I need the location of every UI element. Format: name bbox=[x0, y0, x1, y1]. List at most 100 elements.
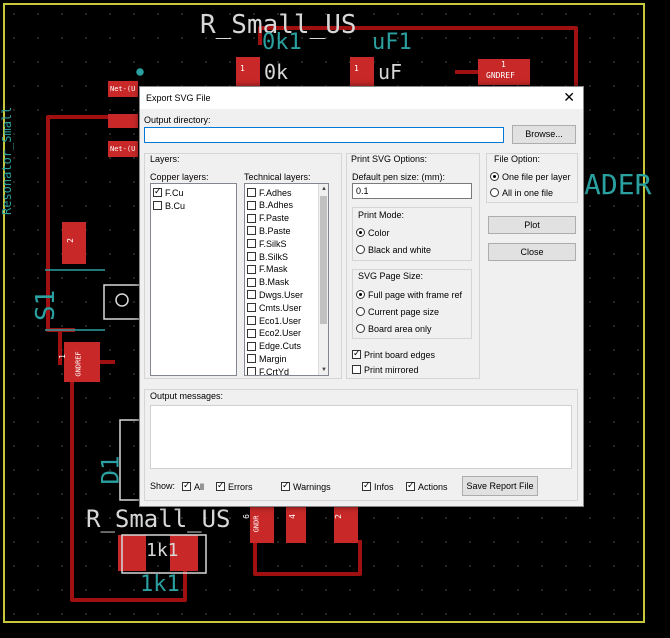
layer-checkbox-f-crtyd[interactable]: F.CrtYd bbox=[247, 365, 289, 375]
grid-dot bbox=[13, 397, 15, 399]
filter-errors-checkbox[interactable]: Errors bbox=[216, 480, 253, 493]
layer-checkbox-f-mask[interactable]: F.Mask bbox=[247, 263, 288, 276]
scroll-down-icon[interactable]: ▼ bbox=[319, 365, 328, 375]
grid-dot bbox=[637, 85, 639, 87]
grid-dot bbox=[157, 37, 159, 39]
filter-infos-checkbox[interactable]: Infos bbox=[362, 480, 394, 493]
filter-all-checkbox[interactable]: All bbox=[182, 480, 204, 493]
grid-dot bbox=[517, 565, 519, 567]
save-report-button[interactable]: Save Report File bbox=[462, 476, 538, 496]
layer-checkbox-b-paste[interactable]: B.Paste bbox=[247, 224, 291, 237]
layer-checkbox-f-cu[interactable]: F.Cu bbox=[153, 186, 184, 199]
grid-dot bbox=[565, 61, 567, 63]
filter-warnings-checkbox[interactable]: Warnings bbox=[281, 480, 331, 493]
output-messages-label: Output messages: bbox=[150, 391, 224, 401]
grid-dot bbox=[613, 541, 615, 543]
checkbox-icon bbox=[352, 365, 361, 374]
page-size-radio-1[interactable]: Current page size bbox=[356, 305, 439, 318]
grid-dot bbox=[133, 181, 135, 183]
grid-dot bbox=[469, 589, 471, 591]
plot-button[interactable]: Plot bbox=[488, 216, 576, 234]
value-uf-small: uF bbox=[378, 60, 403, 84]
print-mode-radio-1[interactable]: Black and white bbox=[356, 243, 431, 256]
layer-checkbox-edge-cuts[interactable]: Edge.Cuts bbox=[247, 340, 301, 353]
grid-dot bbox=[301, 613, 303, 615]
checkbox-icon bbox=[247, 239, 256, 249]
grid-dot bbox=[157, 613, 159, 615]
layer-label: Cmts.User bbox=[259, 302, 302, 313]
grid-dot bbox=[109, 13, 111, 15]
grid-dot bbox=[109, 229, 111, 231]
filter-actions-checkbox[interactable]: Actions bbox=[406, 480, 448, 493]
grid-dot bbox=[325, 589, 327, 591]
layer-checkbox-b-cu[interactable]: B.Cu bbox=[153, 199, 185, 212]
pad-net-label: GNDR bbox=[252, 515, 261, 533]
page-size-label: SVG Page Size: bbox=[358, 271, 424, 281]
grid-dot bbox=[37, 85, 39, 87]
output-directory-input[interactable] bbox=[144, 127, 504, 143]
grid-dot bbox=[613, 109, 615, 111]
grid-dot bbox=[613, 301, 615, 303]
radio-icon bbox=[490, 188, 499, 197]
print-board-edges-checkbox[interactable]: Print board edges bbox=[352, 348, 435, 361]
layer-checkbox-b-silks[interactable]: B.SilkS bbox=[247, 250, 288, 263]
layer-checkbox-f-adhes[interactable]: F.Adhes bbox=[247, 186, 292, 199]
grid-dot bbox=[613, 517, 615, 519]
grid-dot bbox=[565, 565, 567, 567]
print-mirrored-checkbox[interactable]: Print mirrored bbox=[352, 363, 419, 376]
print-mode-radio-0[interactable]: Color bbox=[356, 226, 390, 239]
grid-dot bbox=[61, 277, 63, 279]
output-messages-box[interactable] bbox=[150, 405, 572, 469]
checkbox-icon bbox=[247, 277, 256, 287]
layer-checkbox-b-adhes[interactable]: B.Adhes bbox=[247, 199, 293, 212]
grid-dot bbox=[445, 541, 447, 543]
grid-dot bbox=[37, 277, 39, 279]
pen-size-input[interactable]: 0.1 bbox=[352, 183, 472, 199]
page-size-option-label: Board area only bbox=[368, 323, 432, 334]
grid-dot bbox=[589, 301, 591, 303]
grid-dot bbox=[37, 493, 39, 495]
grid-dot bbox=[589, 325, 591, 327]
scroll-thumb[interactable] bbox=[320, 196, 327, 324]
grid-dot bbox=[397, 589, 399, 591]
grid-dot bbox=[373, 13, 375, 15]
pad-net-label: Net-(U bbox=[110, 85, 136, 93]
file-option-radio-0[interactable]: One file per layer bbox=[490, 170, 571, 183]
grid-dot bbox=[229, 61, 231, 63]
layer-checkbox-dwgs-user[interactable]: Dwgs.User bbox=[247, 288, 303, 301]
grid-dot bbox=[61, 565, 63, 567]
silk-outline bbox=[115, 293, 129, 307]
layer-checkbox-f-silks[interactable]: F.SilkS bbox=[247, 237, 287, 250]
pad-net-label: Net-(U bbox=[110, 145, 136, 153]
grid-dot bbox=[445, 565, 447, 567]
dialog-titlebar[interactable]: Export SVG File ✕ bbox=[140, 87, 583, 109]
grid-dot bbox=[277, 589, 279, 591]
layer-label: Dwgs.User bbox=[259, 289, 304, 300]
grid-dot bbox=[85, 469, 87, 471]
close-icon[interactable]: ✕ bbox=[563, 89, 575, 105]
checkbox-icon bbox=[247, 252, 256, 261]
checkbox-icon bbox=[247, 316, 256, 325]
technical-layers-scrollbar[interactable]: ▲ ▼ bbox=[318, 184, 328, 375]
layer-checkbox-eco2-user[interactable]: Eco2.User bbox=[247, 327, 301, 340]
layer-checkbox-f-paste[interactable]: F.Paste bbox=[247, 212, 289, 225]
layer-checkbox-b-mask[interactable]: B.Mask bbox=[247, 276, 289, 289]
grid-dot bbox=[61, 397, 63, 399]
scroll-up-icon[interactable]: ▲ bbox=[319, 184, 328, 194]
layer-checkbox-margin[interactable]: Margin bbox=[247, 352, 287, 365]
grid-dot bbox=[637, 109, 639, 111]
close-button[interactable]: Close bbox=[488, 243, 576, 261]
grid-dot bbox=[637, 445, 639, 447]
grid-dot bbox=[37, 445, 39, 447]
grid-dot bbox=[541, 541, 543, 543]
grid-dot bbox=[589, 229, 591, 231]
layer-checkbox-eco1-user[interactable]: Eco1.User bbox=[247, 314, 301, 327]
page-size-radio-2[interactable]: Board area only bbox=[356, 322, 432, 335]
grid-dot bbox=[589, 109, 591, 111]
file-option-radio-1[interactable]: All in one file bbox=[490, 186, 553, 199]
browse-button[interactable]: Browse... bbox=[512, 125, 576, 144]
page-size-radio-0[interactable]: Full page with frame ref bbox=[356, 288, 462, 301]
layer-label: Eco1.User bbox=[259, 315, 302, 326]
grid-dot bbox=[61, 541, 63, 543]
layer-checkbox-cmts-user[interactable]: Cmts.User bbox=[247, 301, 302, 314]
